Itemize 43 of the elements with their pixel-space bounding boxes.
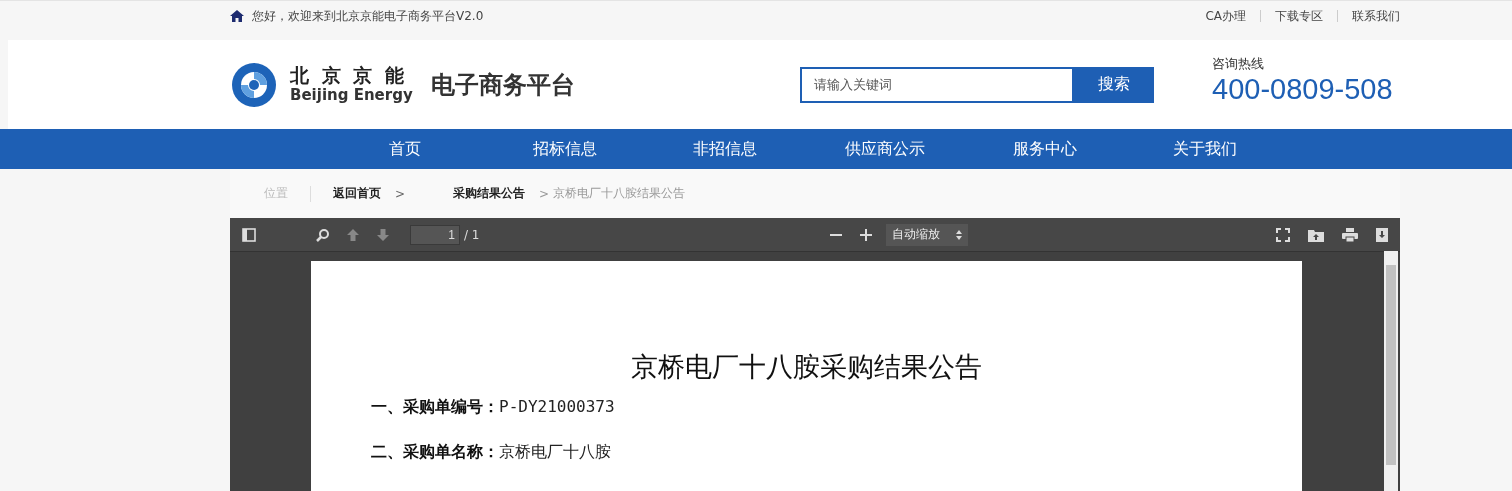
swirl-logo-icon (230, 60, 278, 109)
search-icon[interactable] (316, 227, 330, 242)
page-count: / 1 (464, 227, 480, 242)
top-link[interactable]: 下载专区 (1275, 7, 1323, 25)
logo-chinese-name: 北 京 京 能 (290, 64, 408, 87)
logo-english-name: Beijing Energy (290, 86, 413, 105)
plus-icon (859, 228, 872, 241)
field-value: P-DY21000373 (499, 397, 615, 416)
field-value: 京桥电厂十八胺 (499, 442, 611, 463)
top-link[interactable]: CA办理 (1205, 7, 1246, 25)
home-icon[interactable] (230, 10, 244, 22)
print-icon[interactable] (1342, 227, 1358, 242)
page-number-field[interactable]: 1 (410, 224, 460, 245)
nav-item[interactable]: 关于我们 (1125, 138, 1285, 160)
search-field[interactable]: 请输入关键词 (800, 66, 1074, 103)
up-arrow-icon[interactable] (346, 227, 360, 242)
download-icon[interactable] (1376, 227, 1388, 242)
top-link[interactable]: 联系我们 (1352, 7, 1400, 25)
welcome-text: 您好，欢迎来到北京京能电子商务平台V2.0 (252, 7, 484, 25)
breadcrumb-separator: > (539, 186, 550, 201)
up-down-arrows-icon (955, 229, 962, 240)
nav-item[interactable]: 非招信息 (645, 138, 805, 160)
scrollbar[interactable] (1384, 251, 1398, 491)
hotline-number: 400-0809-508 (1212, 73, 1394, 106)
field-label: 一、采购单编号： (371, 397, 499, 418)
open-file-icon[interactable] (1308, 227, 1324, 242)
document-title: 京桥电厂十八胺采购结果公告 (631, 350, 982, 384)
breadcrumb-link[interactable]: 采购结果公告 (453, 185, 526, 202)
breadcrumb-current: 京桥电厂十八胺结果公告 (553, 185, 686, 202)
nav-item[interactable]: 服务中心 (965, 138, 1125, 160)
sidebar-toggle-icon[interactable] (242, 227, 256, 242)
field-label: 二、采购单名称： (371, 442, 499, 463)
zoom-select[interactable]: 自动缩放 (885, 223, 968, 246)
nav-item[interactable]: 供应商公示 (805, 138, 965, 160)
nav-item[interactable]: 招标信息 (485, 138, 645, 160)
breadcrumb-separator: > (395, 186, 406, 201)
nav-item[interactable]: 首页 (325, 138, 485, 160)
platform-name: 电子商务平台 (430, 69, 575, 101)
hotline-label: 咨询热线 (1212, 55, 1265, 73)
down-arrow-icon[interactable] (376, 227, 390, 242)
search-button[interactable]: 搜索 (1074, 66, 1154, 103)
breadcrumb-link[interactable]: 返回首页 (333, 185, 381, 202)
fullscreen-icon[interactable] (1276, 227, 1290, 242)
